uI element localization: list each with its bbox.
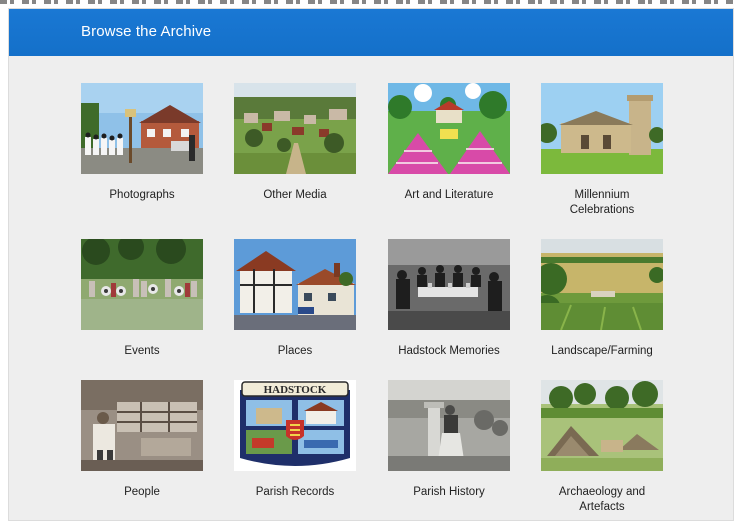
header-bar: Browse the Archive — [9, 9, 733, 56]
parish-history-thumbnail[interactable] — [388, 380, 510, 471]
category-tile-landscape-farming[interactable]: Landscape/Farming — [541, 239, 663, 359]
category-label: Photographs — [109, 189, 175, 201]
category-tile-art-and-literature[interactable]: Art and Literature — [388, 83, 510, 203]
category-tile-photographs[interactable]: Photographs — [81, 83, 203, 203]
category-tile-hadstock-memories[interactable]: Hadstock Memories — [388, 239, 510, 359]
people-thumbnail[interactable] — [81, 380, 203, 471]
places-thumbnail[interactable] — [234, 239, 356, 330]
events-thumbnail[interactable] — [81, 239, 203, 330]
cut-off-top-text — [0, 0, 736, 8]
category-label: Other Media — [263, 189, 327, 201]
parish-records-thumbnail[interactable]: HADSTOCK — [234, 380, 356, 471]
category-tile-parish-records[interactable]: HADSTOCK Parish Records — [234, 380, 356, 500]
art-literature-thumbnail[interactable] — [388, 83, 510, 174]
category-tile-people[interactable]: People — [81, 380, 203, 500]
archaeology-thumbnail[interactable] — [541, 380, 663, 471]
category-label: Archaeology and Artefacts — [558, 486, 646, 513]
other-media-thumbnail[interactable] — [234, 83, 356, 174]
category-label: Places — [277, 345, 313, 357]
category-label: Parish Records — [255, 486, 335, 498]
category-label: Landscape/Farming — [551, 345, 653, 357]
category-tile-archaeology-and-artefacts[interactable]: Archaeology and Artefacts — [541, 380, 663, 515]
millennium-thumbnail[interactable] — [541, 83, 663, 174]
category-label: Events — [124, 345, 160, 357]
category-label: People — [124, 486, 160, 498]
archive-panel: Browse the Archive Photographs Other Med… — [8, 8, 734, 521]
category-tile-other-media[interactable]: Other Media — [234, 83, 356, 203]
memories-thumbnail[interactable] — [388, 239, 510, 330]
category-tile-events[interactable]: Events — [81, 239, 203, 359]
page: Browse the Archive Photographs Other Med… — [0, 0, 736, 521]
category-tile-places[interactable]: Places — [234, 239, 356, 359]
category-tile-parish-history[interactable]: Parish History — [388, 380, 510, 500]
category-label: Hadstock Memories — [398, 345, 500, 357]
category-label: Art and Literature — [404, 189, 494, 201]
page-title: Browse the Archive — [81, 23, 212, 40]
landscape-thumbnail[interactable] — [541, 239, 663, 330]
category-label: Millennium Celebrations — [569, 189, 635, 216]
photographs-thumbnail[interactable] — [81, 83, 203, 174]
sign-text: HADSTOCK — [264, 384, 327, 396]
category-label: Parish History — [413, 486, 485, 498]
category-tile-millennium-celebrations[interactable]: Millennium Celebrations — [541, 83, 663, 218]
